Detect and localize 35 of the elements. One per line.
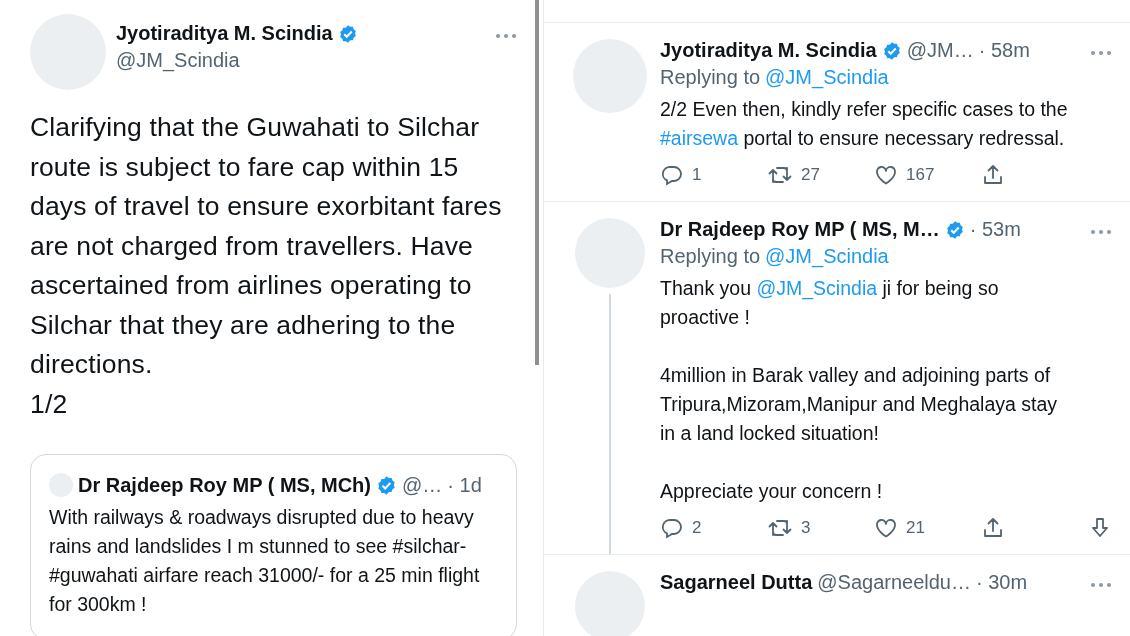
- tweet-text: Clarifying that the Guwahati to Silchar route is subject to fare cap within 15 days of travel to ensure exorbitant fares are not charged from travellers. Have ascertained from airlines operating to Silchar that they are adhering to the directions. 1/2: [30, 111, 503, 421]
- tweet-text: Thank you @JM_Scindia ji for being so proactive ! 4million in Barak valley and adjoining parts of Tripura,Mizoram,Manipur and Meghalaya stay in a land locked situation! Appreciate your concern !: [660, 276, 1059, 504]
- tweet-time: · 1d: [447, 473, 482, 497]
- tweet-text: With railways & roadways disrupted due to heavy rains and landslides I m stunned to see #silchar-#guwahati airfare reach 31000/- for a 25 min flight for 300km !: [49, 505, 481, 617]
- action-count: 21: [906, 518, 925, 538]
- replying-to-label: Replying to: [660, 245, 761, 268]
- author-name: Dr Rajdeep Roy MP ( MS, MCh): [78, 473, 371, 497]
- replying-to-label: Replying to: [660, 66, 761, 89]
- action-count: 2: [692, 518, 702, 538]
- author-handle[interactable]: @JM_Scindia: [116, 49, 517, 72]
- share-icon: [981, 516, 1005, 540]
- author-name[interactable]: Sagarneel Dutta: [660, 571, 813, 594]
- tweet-time: · 30m: [976, 571, 1028, 594]
- author-name[interactable]: Jyotiraditya M. Scindia: [116, 22, 333, 45]
- heart-icon: [874, 516, 898, 540]
- heart-icon: [874, 163, 898, 187]
- share-icon: [981, 163, 1005, 187]
- action-count: 3: [801, 518, 811, 538]
- action-count: 1: [692, 165, 702, 185]
- author-handle[interactable]: @Sagarneeldu…: [817, 571, 971, 594]
- action-count: 27: [801, 165, 820, 185]
- reply-icon: [660, 163, 684, 187]
- more-options-icon[interactable]: [1090, 228, 1112, 235]
- tweet-text: 2/2 Even then, kindly refer specific cases to the #airsewa portal to ensure necessary redressal.: [660, 97, 1069, 151]
- action-count: 167: [906, 165, 935, 185]
- author-name[interactable]: Jyotiraditya M. Scindia: [660, 39, 877, 62]
- author-handle[interactable]: @JM…: [906, 39, 974, 62]
- tweet-time: · 58m: [978, 39, 1030, 62]
- author-handle: @…: [402, 473, 443, 497]
- tweet-time: · 53m: [969, 218, 1021, 241]
- more-options-icon[interactable]: [1090, 49, 1112, 56]
- reply-icon: [660, 516, 684, 540]
- more-options-icon[interactable]: [1090, 581, 1112, 588]
- more-options-icon[interactable]: [495, 32, 517, 39]
- author-name[interactable]: Dr Rajdeep Roy MP ( MS, M…: [660, 218, 940, 241]
